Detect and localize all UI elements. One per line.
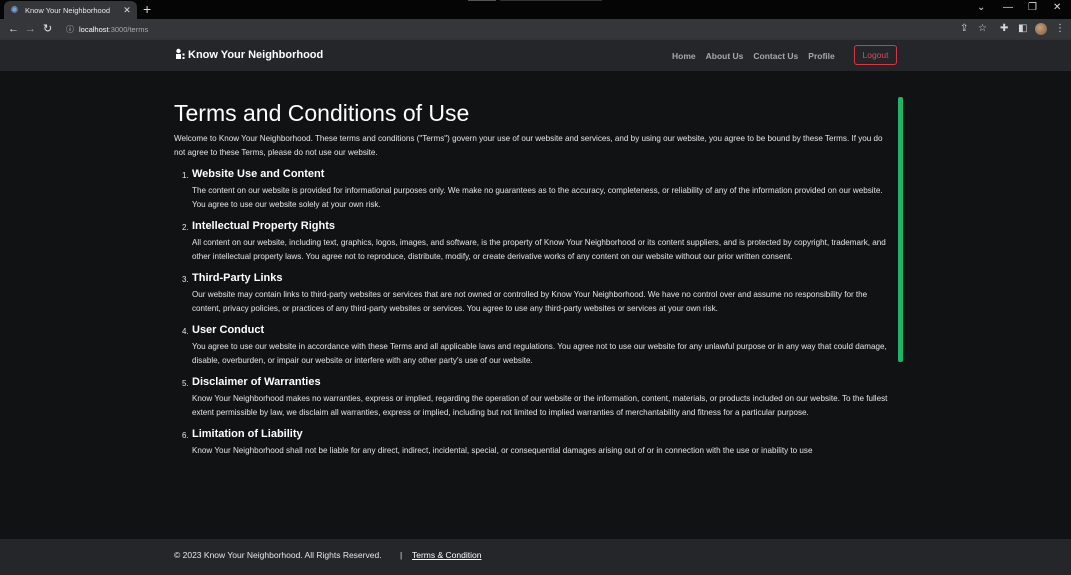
- globe-icon: ✺: [10, 4, 19, 16]
- brand-logo[interactable]: Know Your Neighborhood: [174, 48, 323, 61]
- terms-content: Terms and Conditions of Use Welcome to K…: [174, 96, 894, 488]
- url-text: localhost:3000/terms: [79, 25, 148, 34]
- section-number: 5.: [182, 379, 189, 388]
- section-body: You agree to use our website in accordan…: [192, 342, 887, 365]
- terms-sections: 1. Website Use and Content The content o…: [174, 166, 894, 458]
- section-number: 1.: [182, 171, 189, 180]
- site-info-icon[interactable]: ⓘ: [64, 24, 76, 35]
- terms-section: 5. Disclaimer of Warranties Know Your Ne…: [174, 374, 894, 419]
- nav-about-us[interactable]: About Us: [706, 51, 744, 61]
- terms-section: 3. Third-Party Links Our website may con…: [174, 270, 894, 315]
- reload-icon[interactable]: ↻: [43, 22, 52, 36]
- section-number: 3.: [182, 275, 189, 284]
- restore-icon[interactable]: ❐: [1028, 2, 1037, 14]
- nav-profile[interactable]: Profile: [808, 51, 834, 61]
- tabstrip-divider: [468, 0, 496, 1]
- section-heading: Third-Party Links: [192, 272, 283, 284]
- nav-home[interactable]: Home: [672, 51, 696, 61]
- terms-section: 1. Website Use and Content The content o…: [174, 166, 894, 211]
- nav-contact-us[interactable]: Contact Us: [753, 51, 798, 61]
- intro-paragraph: Welcome to Know Your Neighborhood. These…: [174, 134, 883, 157]
- page-footer: © 2023 Know Your Neighborhood. All Right…: [0, 539, 1071, 575]
- close-window-icon[interactable]: ✕: [1053, 2, 1061, 14]
- minimize-icon[interactable]: —: [1003, 2, 1013, 14]
- section-body: All content on our website, including te…: [192, 238, 886, 261]
- terms-section: 6. Limitation of Liability Know Your Nei…: [174, 426, 894, 458]
- section-number: 2.: [182, 223, 189, 232]
- page-title: Terms and Conditions of Use: [174, 100, 470, 126]
- section-heading: Website Use and Content: [192, 168, 325, 180]
- close-tab-icon[interactable]: ✕: [122, 5, 132, 16]
- section-heading: Limitation of Liability: [192, 428, 303, 440]
- section-number: 4.: [182, 327, 189, 336]
- profile-avatar[interactable]: [1035, 23, 1047, 35]
- bookmark-star-icon[interactable]: ☆: [978, 22, 987, 36]
- terms-section: 2. Intellectual Property Rights All cont…: [174, 218, 894, 263]
- content-scrollbar[interactable]: [898, 97, 904, 362]
- section-body: Know Your Neighborhood makes no warranti…: [192, 394, 888, 417]
- browser-menu-icon[interactable]: ⋮: [1055, 22, 1065, 36]
- url-host: localhost: [79, 24, 109, 34]
- tab-title: Know Your Neighborhood: [25, 5, 111, 15]
- section-body: The content on our website is provided f…: [192, 186, 883, 209]
- terms-section: 4. User Conduct You agree to use our web…: [174, 322, 894, 367]
- back-icon[interactable]: ←: [8, 22, 19, 36]
- section-heading: Intellectual Property Rights: [192, 220, 336, 232]
- new-tab-button[interactable]: +: [143, 1, 151, 17]
- section-number: 6.: [182, 431, 189, 440]
- tabstrip-divider: [500, 0, 602, 1]
- share-icon[interactable]: ⇪: [960, 22, 968, 36]
- tab-search-icon[interactable]: ⌄: [977, 2, 985, 14]
- section-body: Our website may contain links to third-p…: [192, 290, 868, 313]
- browser-tabstrip: ✺ Know Your Neighborhood ✕ + ⌄ — ❐ ✕: [0, 0, 1071, 19]
- footer-separator: |: [400, 550, 403, 560]
- address-bar[interactable]: ⓘ localhost:3000/terms: [60, 21, 955, 37]
- copyright-text: © 2023 Know Your Neighborhood. All Right…: [174, 550, 382, 560]
- browser-tab[interactable]: ✺ Know Your Neighborhood ✕: [4, 1, 137, 19]
- logout-button[interactable]: Logout: [854, 45, 897, 65]
- browser-toolbar: ← → ↻ ⓘ localhost:3000/terms ⇪ ☆ ✚ ◧ ⋮: [0, 19, 1071, 39]
- section-body: Know Your Neighborhood shall not be liab…: [192, 446, 813, 455]
- section-heading: Disclaimer of Warranties: [192, 376, 321, 388]
- extensions-icon[interactable]: ✚: [1000, 22, 1008, 36]
- terms-link[interactable]: Terms & Condition: [412, 550, 481, 560]
- brand-name: Know Your Neighborhood: [188, 48, 324, 61]
- neighborhood-logo-icon: [176, 48, 185, 59]
- side-panel-icon[interactable]: ◧: [1018, 22, 1027, 36]
- section-heading: User Conduct: [192, 324, 265, 336]
- app-navbar: Know Your Neighborhood Home About Us Con…: [0, 39, 1071, 71]
- nav-links: Home About Us Contact Us Profile: [672, 51, 845, 61]
- forward-icon[interactable]: →: [25, 22, 36, 36]
- url-path: :3000/terms: [108, 24, 149, 34]
- scrollbar-thumb[interactable]: [898, 97, 903, 362]
